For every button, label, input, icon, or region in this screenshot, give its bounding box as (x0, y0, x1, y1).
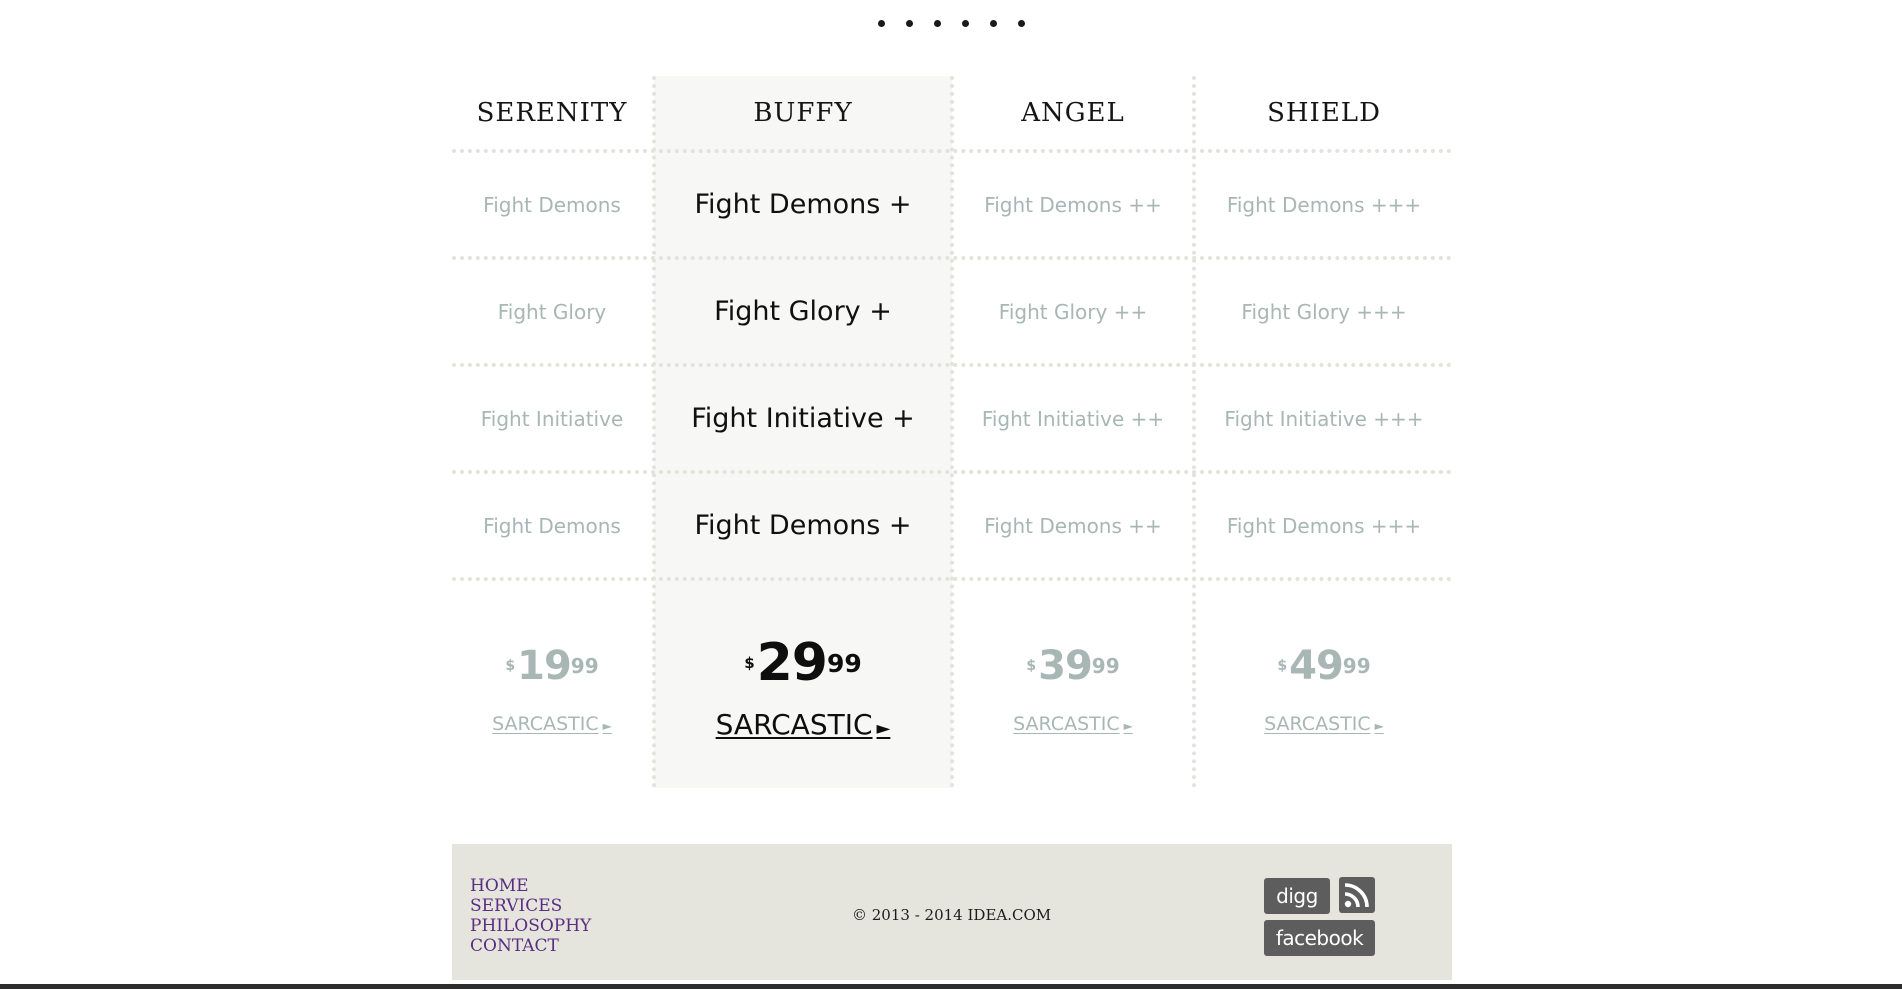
row-divider (452, 577, 1452, 581)
price-currency: $ (505, 658, 516, 674)
pagination-dots (0, 12, 1902, 36)
plan-price: $39 99 (954, 636, 1192, 696)
digg-button[interactable]: digg (1264, 878, 1330, 914)
plan-feature: Fight Demons ++ (984, 192, 1162, 217)
price-currency: $ (1026, 658, 1037, 674)
cta-label: SARCASTIC (715, 707, 873, 741)
play-arrow-icon: ► (602, 719, 612, 733)
plan-feature: Fight Demons (483, 192, 621, 217)
plan-feature: Fight Demons + (694, 189, 912, 220)
price-currency: $ (1277, 658, 1288, 674)
price-cents: 99 (1091, 654, 1120, 678)
plan-name-angel: ANGEL (1021, 97, 1125, 128)
dot-2[interactable] (905, 20, 913, 27)
cta-label: SARCASTIC (1264, 713, 1371, 735)
dot-5[interactable] (989, 20, 997, 27)
plan-cta-button[interactable]: SARCASTIC ► (1264, 713, 1384, 735)
plan-price: $29 99 (654, 628, 952, 698)
plan-name-shield: SHIELD (1267, 97, 1381, 128)
window-bottom-edge (0, 984, 1902, 989)
footer-link-contact[interactable]: CONTACT (470, 936, 591, 956)
dot-1[interactable] (877, 20, 885, 27)
plan-price: $49 99 (1196, 636, 1452, 696)
price-currency: $ (744, 654, 755, 672)
plan-feature: Fight Initiative ++ (981, 406, 1165, 431)
plan-name-serenity: SERENITY (476, 97, 628, 128)
plan-feature: Fight Glory +++ (1241, 299, 1407, 324)
rss-icon (1344, 883, 1369, 908)
copyright-text: © 2013 - 2014 IDEA.COM (852, 906, 1052, 924)
footer-nav: HOME SERVICES PHILOSOPHY CONTACT (470, 876, 591, 956)
price-whole: 19 (517, 643, 572, 689)
plan-feature: Fight Initiative (480, 406, 624, 431)
plan-feature: Fight Initiative +++ (1224, 406, 1424, 431)
plan-feature: Fight Glory ++ (998, 299, 1148, 324)
cta-label: SARCASTIC (492, 713, 599, 735)
dot-4[interactable] (961, 20, 969, 27)
footer-link-philosophy[interactable]: PHILOSOPHY (470, 916, 591, 936)
footer-link-services[interactable]: SERVICES (470, 896, 591, 916)
plan-cta-button[interactable]: SARCASTIC ► (492, 713, 612, 735)
dot-3[interactable] (933, 20, 941, 27)
plan-feature: Fight Demons ++ (984, 513, 1162, 538)
cta-label: SARCASTIC (1013, 713, 1120, 735)
price-whole: 49 (1289, 643, 1344, 689)
plan-feature: Fight Demons + (694, 510, 912, 541)
plan-feature: Fight Initiative + (691, 403, 915, 434)
play-arrow-icon: ► (1123, 719, 1133, 733)
plan-feature: Fight Demons +++ (1226, 192, 1422, 217)
dot-6[interactable] (1017, 20, 1025, 27)
price-whole: 39 (1038, 643, 1093, 689)
plan-feature: Fight Demons +++ (1226, 513, 1422, 538)
digg-label: digg (1276, 884, 1318, 908)
plan-feature: Fight Glory (497, 299, 607, 324)
site-footer: HOME SERVICES PHILOSOPHY CONTACT © 2013 … (452, 844, 1452, 980)
facebook-button[interactable]: facebook (1264, 920, 1375, 956)
facebook-label: facebook (1275, 926, 1364, 950)
plan-name-buffy: BUFFY (753, 97, 853, 128)
price-whole: 29 (756, 633, 828, 693)
plan-feature: Fight Glory + (714, 296, 892, 327)
plan-cta-button[interactable]: SARCASTIC ► (1013, 713, 1133, 735)
plan-cta-button[interactable]: SARCASTIC ► (716, 708, 891, 741)
footer-link-home[interactable]: HOME (470, 876, 591, 896)
plan-price: $19 99 (452, 636, 652, 696)
price-cents: 99 (1342, 654, 1371, 678)
price-cents: 99 (827, 648, 862, 678)
plan-feature: Fight Demons (483, 513, 621, 538)
pricing-table: SERENITY Fight Demons Fight Glory Fight … (452, 76, 1452, 788)
rss-button[interactable] (1339, 877, 1375, 913)
play-arrow-icon: ► (876, 717, 891, 739)
price-cents: 99 (570, 654, 599, 678)
play-arrow-icon: ► (1374, 719, 1384, 733)
